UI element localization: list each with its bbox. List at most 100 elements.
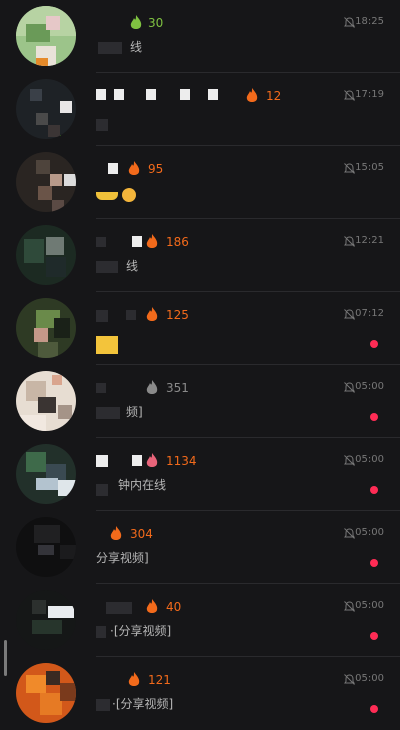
timestamp: 05:00 — [355, 673, 384, 684]
flame-icon — [146, 599, 158, 613]
timestamp: 05:00 — [355, 527, 384, 538]
avatar[interactable] — [16, 79, 76, 139]
conversation-row[interactable]: 30 线 18:25 — [0, 0, 400, 73]
redacted-text — [96, 261, 118, 273]
contact-name-row: 121 — [96, 671, 316, 693]
streak-count: 304 — [130, 527, 153, 541]
message-preview-row — [96, 330, 316, 354]
streak-count: 40 — [166, 600, 182, 614]
contact-name-row: 40 — [96, 598, 316, 620]
flame-icon — [128, 672, 140, 686]
redacted-text — [96, 484, 108, 496]
conversation-row[interactable]: 1134 钟内在线 05:00 — [0, 438, 400, 511]
avatar[interactable] — [16, 517, 76, 577]
streak-count: 30 — [148, 16, 164, 30]
conversation-row[interactable]: 95 15:05 — [0, 146, 400, 219]
contact-name-row: 95 — [96, 160, 316, 182]
flame-icon — [246, 88, 258, 102]
redacted-text — [146, 89, 156, 100]
redacted-text — [208, 89, 218, 100]
redacted-text — [96, 237, 106, 247]
timestamp: 15:05 — [355, 162, 384, 173]
redacted-text — [96, 626, 106, 638]
streak-count: 125 — [166, 308, 189, 322]
redacted-text — [96, 407, 120, 419]
message-preview: 线 — [130, 40, 143, 54]
contact-name-row: 351 — [96, 379, 316, 401]
streak-count: 121 — [148, 673, 171, 687]
conversation-list: 30 线 18:25 12 17:19 95 15:05 186 线 12:21… — [0, 0, 400, 723]
redacted-text — [114, 89, 124, 100]
sticker-image — [96, 336, 118, 354]
timestamp: 05:00 — [355, 454, 384, 465]
conversation-row[interactable]: 304 分享视频] 05:00 — [0, 511, 400, 584]
redacted-text — [180, 89, 190, 100]
conversation-row[interactable]: 351 频] 05:00 — [0, 365, 400, 438]
message-preview-row: 分享视频] — [96, 549, 316, 571]
message-preview-row: ·[分享视频] — [96, 622, 316, 644]
redacted-text — [106, 602, 132, 614]
scrollbar[interactable] — [4, 640, 7, 676]
streak-count: 186 — [166, 235, 189, 249]
streak-count: 95 — [148, 162, 164, 176]
unread-dot — [370, 632, 378, 640]
contact-name-row: 304 — [96, 525, 316, 547]
unread-dot — [370, 413, 378, 421]
avatar[interactable] — [16, 590, 76, 650]
redacted-text — [132, 455, 142, 466]
redacted-text — [96, 383, 106, 393]
redacted-text — [96, 310, 108, 322]
avatar[interactable] — [16, 444, 76, 504]
message-preview-row — [96, 111, 316, 133]
conversation-row[interactable]: 125 07:12 — [0, 292, 400, 365]
unread-dot — [370, 340, 378, 348]
avatar[interactable] — [16, 6, 76, 66]
message-preview-row: 钟内在线 — [96, 476, 316, 498]
avatar[interactable] — [16, 371, 76, 431]
timestamp: 17:19 — [355, 89, 384, 100]
message-preview-row: 线 — [96, 257, 316, 279]
avatar[interactable] — [16, 225, 76, 285]
streak-count: 1134 — [166, 454, 197, 468]
streak-count: 351 — [166, 381, 189, 395]
flame-icon — [146, 234, 158, 248]
message-preview: 频] — [126, 405, 143, 419]
smile-emoji — [122, 188, 136, 202]
contact-name-row: 12 — [96, 87, 316, 109]
message-preview: 分享视频] — [96, 551, 149, 565]
avatar[interactable] — [16, 663, 76, 723]
redacted-text — [96, 455, 108, 467]
unread-dot — [370, 486, 378, 494]
flame-icon — [146, 453, 158, 467]
avatar[interactable] — [16, 152, 76, 212]
contact-name-row: 125 — [96, 306, 316, 328]
conversation-row[interactable]: 186 线 12:21 — [0, 219, 400, 292]
timestamp: 12:21 — [355, 235, 384, 246]
unread-dot — [370, 705, 378, 713]
redacted-text — [96, 89, 106, 100]
timestamp: 18:25 — [355, 16, 384, 27]
conversation-row[interactable]: 40 ·[分享视频] 05:00 — [0, 584, 400, 657]
streak-count: 12 — [266, 89, 282, 103]
conversation-row[interactable]: 12 17:19 — [0, 73, 400, 146]
conversation-row[interactable]: 121 ·[分享视频] 05:00 — [0, 657, 400, 730]
message-preview: 线 — [126, 259, 139, 273]
message-preview-row: 频] — [96, 403, 316, 425]
flame-icon — [110, 526, 122, 540]
timestamp: 07:12 — [355, 308, 384, 319]
message-preview: ·[分享视频] — [112, 697, 174, 711]
flame-icon — [146, 380, 158, 394]
message-preview-row — [96, 184, 316, 206]
message-preview: 钟内在线 — [118, 478, 167, 492]
cup-emoji — [96, 192, 118, 200]
message-preview-row: ·[分享视频] — [96, 695, 316, 717]
flame-icon — [130, 15, 142, 29]
redacted-text — [108, 163, 118, 174]
avatar[interactable] — [16, 298, 76, 358]
timestamp: 05:00 — [355, 600, 384, 611]
message-preview: ·[分享视频] — [110, 624, 172, 638]
redacted-text — [132, 236, 142, 247]
unread-dot — [370, 559, 378, 567]
flame-icon — [128, 161, 140, 175]
redacted-text — [98, 42, 122, 54]
